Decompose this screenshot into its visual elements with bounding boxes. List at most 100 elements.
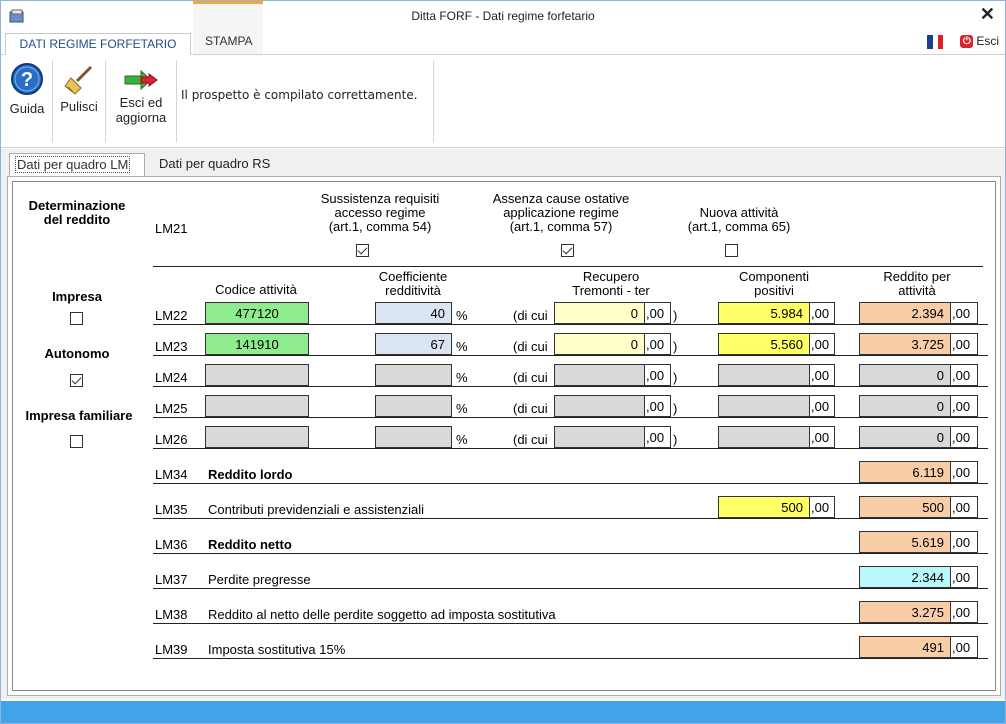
header-recupero-line2: Tremonti - ter bbox=[572, 283, 650, 298]
di-cui-label: (di cui bbox=[513, 432, 548, 447]
lm21-assenza-checkbox[interactable] bbox=[561, 244, 574, 257]
window-title: Ditta FORF - Dati regime forfetario bbox=[411, 9, 595, 23]
lm21-code: LM21 bbox=[155, 221, 188, 236]
close-window-button[interactable]: ✕ bbox=[980, 4, 995, 25]
recupero-field[interactable] bbox=[554, 426, 645, 448]
lm21-sussistenza-header: Sussistenza requisiti accesso regime (ar… bbox=[295, 192, 465, 234]
reddito-field[interactable]: 0 bbox=[859, 364, 951, 386]
status-bar bbox=[1, 701, 1005, 723]
pulisci-button[interactable]: Pulisci bbox=[56, 60, 102, 142]
esci-top-button[interactable]: ⏻ Esci bbox=[960, 34, 999, 48]
componenti-decimals: ,00 bbox=[810, 364, 835, 386]
header-coefficiente-line2: redditività bbox=[385, 283, 441, 298]
guida-label: Guida bbox=[9, 101, 45, 116]
coefficiente-field[interactable] bbox=[375, 395, 452, 417]
recupero-decimals: ,00 bbox=[645, 426, 671, 448]
divider-line bbox=[153, 266, 983, 267]
percent-sign: % bbox=[456, 308, 468, 323]
row-code: LM37 bbox=[155, 572, 188, 587]
summary-value-field[interactable]: 3.275 bbox=[859, 601, 951, 623]
percent-sign: % bbox=[456, 370, 468, 385]
codice-attivita-field[interactable] bbox=[205, 364, 309, 386]
di-cui-label: (di cui bbox=[513, 401, 548, 416]
tab-dati-regime-forfetario[interactable]: DATI REGIME FORFETARIO bbox=[5, 33, 191, 55]
coefficiente-field[interactable]: 40 bbox=[375, 302, 452, 324]
close-paren: ) bbox=[673, 432, 678, 447]
recupero-field[interactable]: 0 bbox=[554, 302, 645, 324]
reddito-field[interactable]: 0 bbox=[859, 426, 951, 448]
broom-icon bbox=[64, 65, 93, 95]
reddito-field[interactable]: 0 bbox=[859, 395, 951, 417]
summary-value-field[interactable]: 2.344 bbox=[859, 566, 951, 588]
autonomo-checkbox[interactable] bbox=[70, 374, 83, 387]
lm21-assenza-header: Assenza cause ostative applicazione regi… bbox=[476, 192, 646, 234]
close-paren: ) bbox=[673, 339, 678, 354]
status-message: Il prospetto è compilato correttamente. bbox=[181, 88, 418, 102]
contributi-componenti-field[interactable]: 500 bbox=[718, 496, 810, 518]
lm21-nuova-checkbox[interactable] bbox=[725, 244, 738, 257]
autonomo-label: Autonomo bbox=[44, 346, 110, 361]
impresa-familiare-checkbox[interactable] bbox=[70, 435, 83, 448]
row-label: Perdite pregresse bbox=[208, 572, 311, 587]
header-reddito: Reddito per attività bbox=[857, 270, 977, 298]
impresa-checkbox[interactable] bbox=[70, 312, 83, 325]
componenti-field[interactable] bbox=[718, 364, 810, 386]
header-componenti-line2: positivi bbox=[754, 283, 794, 298]
summary-value-field[interactable]: 500 bbox=[859, 496, 951, 518]
componenti-field[interactable]: 5.984 bbox=[718, 302, 810, 324]
tab-stampa[interactable]: STAMPA bbox=[193, 32, 263, 54]
header-coefficiente: Coefficiente redditività bbox=[353, 270, 473, 298]
tab-quadro-lm[interactable]: Dati per quadro LM bbox=[9, 153, 145, 177]
coefficiente-field[interactable] bbox=[375, 364, 452, 386]
reddito-field[interactable]: 3.725 bbox=[859, 333, 951, 355]
recupero-field[interactable]: 0 bbox=[554, 333, 645, 355]
componenti-field[interactable] bbox=[718, 395, 810, 417]
recupero-field[interactable] bbox=[554, 395, 645, 417]
toolbar: ? Guida Pulisci Esci ed aggiorna Il pros… bbox=[1, 56, 1005, 148]
componenti-decimals: ,00 bbox=[810, 333, 835, 355]
recupero-decimals: ,00 bbox=[645, 302, 671, 324]
lm21-sussistenza-checkbox[interactable] bbox=[356, 244, 369, 257]
flag-fr-icon[interactable] bbox=[927, 35, 943, 49]
row-underline bbox=[153, 386, 988, 387]
contributi-decimals: ,00 bbox=[810, 496, 835, 518]
esci-aggiorna-button[interactable]: Esci ed aggiorna bbox=[109, 60, 173, 142]
reddito-field[interactable]: 2.394 bbox=[859, 302, 951, 324]
title-bar: Ditta FORF - Dati regime forfetario ✕ bbox=[1, 1, 1005, 33]
componenti-field[interactable]: 5.560 bbox=[718, 333, 810, 355]
stampa-tab-highlight bbox=[193, 1, 263, 33]
codice-attivita-field[interactable] bbox=[205, 395, 309, 417]
lm21-nuova-line2: (art.1, comma 65) bbox=[687, 219, 791, 234]
row-underline bbox=[153, 518, 988, 519]
quadro-lm-panel: Determinazione del reddito Impresa Auton… bbox=[7, 176, 1001, 696]
summary-value-field[interactable]: 491 bbox=[859, 636, 951, 658]
lm21-assenza-line1: Assenza cause ostative bbox=[492, 191, 630, 206]
row-underline bbox=[153, 448, 988, 449]
row-code: LM26 bbox=[155, 432, 188, 447]
coefficiente-field[interactable]: 67 bbox=[375, 333, 452, 355]
codice-attivita-field[interactable]: 141910 bbox=[205, 333, 309, 355]
row-underline bbox=[153, 483, 988, 484]
close-paren: ) bbox=[673, 370, 678, 385]
summary-decimals: ,00 bbox=[951, 636, 978, 658]
summary-value-field[interactable]: 6.119 bbox=[859, 461, 951, 483]
header-codice-attivita: Codice attività bbox=[215, 282, 297, 297]
reddito-decimals: ,00 bbox=[951, 426, 978, 448]
guida-button[interactable]: ? Guida bbox=[5, 60, 49, 142]
recupero-field[interactable] bbox=[554, 364, 645, 386]
row-label: Reddito lordo bbox=[208, 467, 293, 482]
codice-attivita-field[interactable] bbox=[205, 426, 309, 448]
row-code: LM23 bbox=[155, 339, 188, 354]
row-code: LM35 bbox=[155, 502, 188, 517]
row-code: LM39 bbox=[155, 642, 188, 657]
summary-value-field[interactable]: 5.619 bbox=[859, 531, 951, 553]
componenti-field[interactable] bbox=[718, 426, 810, 448]
coefficiente-field[interactable] bbox=[375, 426, 452, 448]
exit-update-arrows-icon bbox=[124, 69, 158, 91]
summary-decimals: ,00 bbox=[951, 461, 978, 483]
lm21-assenza-line2: applicazione regime bbox=[503, 205, 619, 220]
lm21-nuova-header: Nuova attività (art.1, comma 65) bbox=[664, 206, 814, 234]
tab-quadro-rs[interactable]: Dati per quadro RS bbox=[153, 153, 283, 177]
reddito-decimals: ,00 bbox=[951, 302, 978, 324]
codice-attivita-field[interactable]: 477120 bbox=[205, 302, 309, 324]
